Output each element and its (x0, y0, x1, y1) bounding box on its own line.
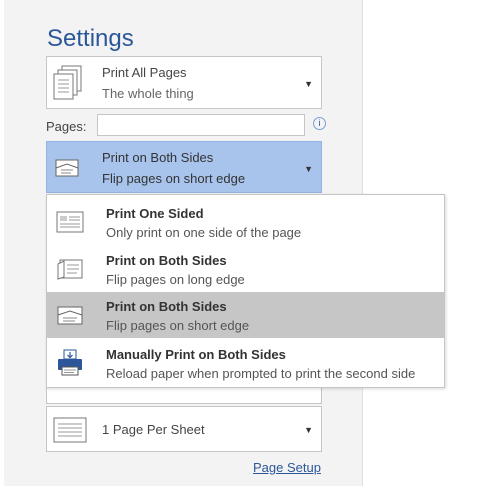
sheet-icon (53, 417, 87, 443)
option-subtitle: Flip pages on long edge (106, 272, 245, 287)
duplex-long-edge-icon (57, 259, 83, 280)
pages-label: Pages: (46, 119, 87, 134)
pages-per-sheet-label: 1 Page Per Sheet (102, 422, 205, 437)
option-title: Manually Print on Both Sides (106, 347, 286, 362)
duplex-short-edge-icon (55, 159, 79, 177)
duplex-options-menu: Print One Sided Only print on one side o… (46, 194, 445, 388)
print-range-subtitle: The whole thing (102, 86, 194, 101)
manual-duplex-printer-icon (58, 349, 82, 376)
option-both-sides-long-edge[interactable]: Print on Both Sides Flip pages on long e… (47, 246, 444, 292)
pages-icon (53, 65, 82, 100)
option-subtitle: Reload paper when prompted to print the … (106, 366, 416, 381)
option-title: Print One Sided (106, 206, 204, 221)
pages-per-sheet-dropdown[interactable]: 1 Page Per Sheet ▼ (46, 406, 322, 452)
page-setup-link[interactable]: Page Setup (253, 460, 321, 475)
print-range-dropdown[interactable]: Print All Pages The whole thing ▼ (46, 56, 322, 109)
chevron-down-icon: ▼ (304, 79, 313, 89)
option-title: Print on Both Sides (106, 299, 227, 314)
option-manually-both-sides[interactable]: Manually Print on Both Sides Reload pape… (47, 340, 444, 386)
pages-input[interactable] (97, 114, 305, 136)
chevron-down-icon: ▼ (304, 164, 313, 174)
duplex-short-edge-icon (57, 306, 83, 325)
option-print-one-sided[interactable]: Print One Sided Only print on one side o… (47, 199, 444, 245)
duplex-dropdown[interactable]: Print on Both Sides Flip pages on short … (46, 141, 322, 193)
settings-heading: Settings (47, 25, 134, 52)
chevron-down-icon: ▼ (304, 425, 313, 435)
option-subtitle: Only print on one side of the page (106, 225, 302, 240)
option-subtitle: Flip pages on short edge (106, 318, 250, 333)
info-icon[interactable]: i (313, 117, 326, 130)
print-range-title: Print All Pages (102, 65, 187, 80)
duplex-title: Print on Both Sides (102, 150, 214, 165)
option-title: Print on Both Sides (106, 253, 227, 268)
duplex-subtitle: Flip pages on short edge (102, 171, 246, 186)
one-sided-icon (56, 211, 84, 233)
option-both-sides-short-edge[interactable]: Print on Both Sides Flip pages on short … (47, 292, 444, 338)
